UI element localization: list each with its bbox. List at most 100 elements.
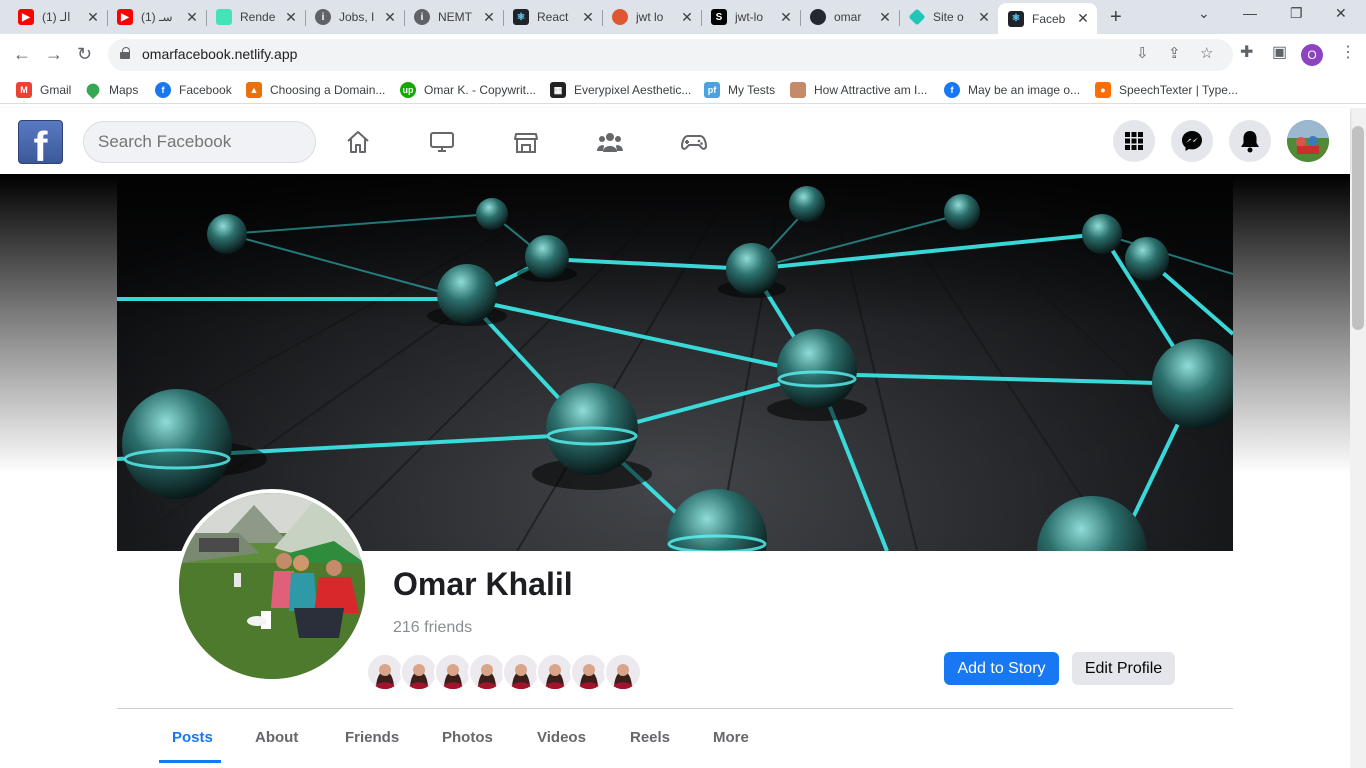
browser-tab[interactable]: S jwt-lo ✕ [701, 3, 800, 31]
url-text: omarfacebook.netlify.app [142, 46, 298, 62]
tab-more[interactable]: More [713, 729, 749, 746]
close-icon[interactable]: ✕ [481, 9, 497, 26]
tab-about[interactable]: About [255, 729, 298, 746]
bookmark-label: How Attractive am I... [814, 83, 928, 97]
browser-tab-active[interactable]: ⚛ Faceb ✕ [998, 3, 1097, 34]
friends-count[interactable]: 216 friends [393, 619, 472, 637]
close-icon[interactable]: ✕ [580, 9, 596, 26]
maps-icon [83, 80, 103, 100]
back-icon[interactable]: ← [13, 44, 31, 65]
bookmark-item[interactable]: M Gmail [16, 82, 71, 98]
close-icon[interactable]: ✕ [976, 9, 992, 26]
close-icon[interactable]: ✕ [184, 9, 200, 26]
browser-tab[interactable]: i Jobs, I ✕ [305, 3, 404, 31]
forward-icon[interactable]: → [45, 44, 63, 65]
close-icon[interactable]: ✕ [778, 9, 794, 26]
active-tab-indicator [159, 760, 221, 763]
tab-posts[interactable]: Posts [172, 729, 213, 746]
tab-reels[interactable]: Reels [630, 729, 670, 746]
new-tab-icon[interactable]: + [1110, 6, 1122, 29]
friend-avatar[interactable] [570, 653, 608, 691]
facebook-logo[interactable]: f [18, 120, 63, 164]
share-icon[interactable]: ⇪ [1168, 44, 1181, 62]
friend-avatar[interactable] [604, 653, 642, 691]
window-close-icon[interactable]: ✕ [1335, 5, 1347, 22]
browser-tab[interactable]: jwt lo ✕ [602, 3, 701, 31]
groups-icon[interactable] [596, 128, 624, 156]
extensions-icon[interactable]: ✚ [1240, 42, 1253, 62]
everypixel-icon: ▦ [550, 82, 566, 98]
tab-search-icon[interactable]: ⌄ [1198, 5, 1210, 22]
browser-tab[interactable]: Rende ✕ [206, 3, 305, 31]
messenger-icon[interactable] [1171, 120, 1213, 162]
tab-videos[interactable]: Videos [537, 729, 586, 746]
bookmark-item[interactable]: How Attractive am I... [790, 82, 927, 98]
menu-grid-icon[interactable] [1113, 120, 1155, 162]
edit-profile-button[interactable]: Edit Profile [1072, 652, 1175, 685]
close-icon[interactable]: ✕ [283, 9, 299, 26]
browser-tab[interactable]: Site o ✕ [899, 3, 998, 31]
browser-profile-avatar[interactable]: O [1301, 44, 1323, 66]
notifications-bell-icon[interactable] [1229, 120, 1271, 162]
tab-title: (1) سـ [141, 10, 173, 24]
browser-tab[interactable]: ⚛ React ✕ [503, 3, 602, 31]
bookmark-item[interactable]: Maps [83, 80, 138, 100]
tab-title: omar [834, 10, 862, 24]
gaming-icon[interactable] [680, 128, 708, 156]
render-icon [216, 9, 232, 25]
home-icon[interactable] [344, 128, 372, 156]
account-avatar[interactable] [1287, 120, 1329, 162]
browser-tab[interactable]: ▶ (1) سـ ✕ [107, 3, 206, 31]
bookmark-star-icon[interactable]: ☆ [1200, 44, 1213, 62]
bookmark-item[interactable]: pf My Tests [704, 82, 775, 98]
facebook-icon: f [155, 82, 171, 98]
tab-photos[interactable]: Photos [442, 729, 493, 746]
maximize-icon[interactable]: ❐ [1290, 5, 1303, 22]
reload-icon[interactable]: ↻ [77, 44, 92, 65]
friend-avatar[interactable] [502, 653, 540, 691]
browser-tab[interactable]: omar ✕ [800, 3, 899, 31]
bookmark-label: SpeechTexter | Type... [1119, 83, 1238, 97]
browser-tab[interactable]: i NEMT ✕ [404, 3, 503, 31]
close-icon[interactable]: ✕ [679, 9, 695, 26]
bookmark-item[interactable]: ▲ Choosing a Domain... [246, 82, 385, 98]
bookmark-item[interactable]: ▦ Everypixel Aesthetic... [550, 82, 691, 98]
friend-avatar[interactable] [434, 653, 472, 691]
netlify-icon [908, 8, 926, 26]
minimize-icon[interactable]: — [1243, 5, 1257, 21]
friend-avatar[interactable] [536, 653, 574, 691]
side-panel-icon[interactable]: ▣ [1272, 42, 1287, 62]
install-icon[interactable]: ⇩ [1136, 44, 1149, 62]
triangle-icon: ▲ [246, 82, 262, 98]
tab-title: jwt lo [636, 10, 664, 24]
bookmark-item[interactable]: ● SpeechTexter | Type... [1095, 82, 1238, 98]
add-to-story-button[interactable]: Add to Story [944, 652, 1059, 685]
duckduckgo-icon [612, 9, 628, 25]
tab-friends[interactable]: Friends [345, 729, 399, 746]
bookmark-item[interactable]: up Omar K. - Copywrit... [400, 82, 536, 98]
bookmark-item[interactable]: f May be an image o... [944, 82, 1080, 98]
scrollbar-thumb[interactable] [1352, 126, 1364, 330]
watch-icon[interactable] [428, 128, 456, 156]
close-icon[interactable]: ✕ [1075, 10, 1091, 27]
tab-title: jwt-lo [735, 10, 764, 24]
profile-picture[interactable] [175, 489, 369, 683]
browser-tab[interactable]: ▶ (1) الـ ✕ [8, 3, 107, 31]
address-bar[interactable]: omarfacebook.netlify.app ⇩ ⇪ ☆ [108, 39, 1233, 71]
close-icon[interactable]: ✕ [877, 9, 893, 26]
menu-kebab-icon[interactable]: ⋮ [1340, 42, 1356, 62]
info-icon: i [315, 9, 331, 25]
tab-title: NEMT [438, 10, 472, 24]
face-icon [790, 82, 806, 98]
close-icon[interactable]: ✕ [382, 9, 398, 26]
search-input[interactable] [83, 121, 316, 163]
tab-title: (1) الـ [42, 10, 71, 24]
marketplace-icon[interactable] [512, 128, 540, 156]
bookmark-item[interactable]: f Facebook [155, 82, 232, 98]
close-icon[interactable]: ✕ [85, 9, 101, 26]
friend-avatar[interactable] [468, 653, 506, 691]
facebook-icon: f [944, 82, 960, 98]
bookmark-label: My Tests [728, 83, 776, 97]
friend-avatar[interactable] [400, 653, 438, 691]
friend-avatar[interactable] [366, 653, 404, 691]
